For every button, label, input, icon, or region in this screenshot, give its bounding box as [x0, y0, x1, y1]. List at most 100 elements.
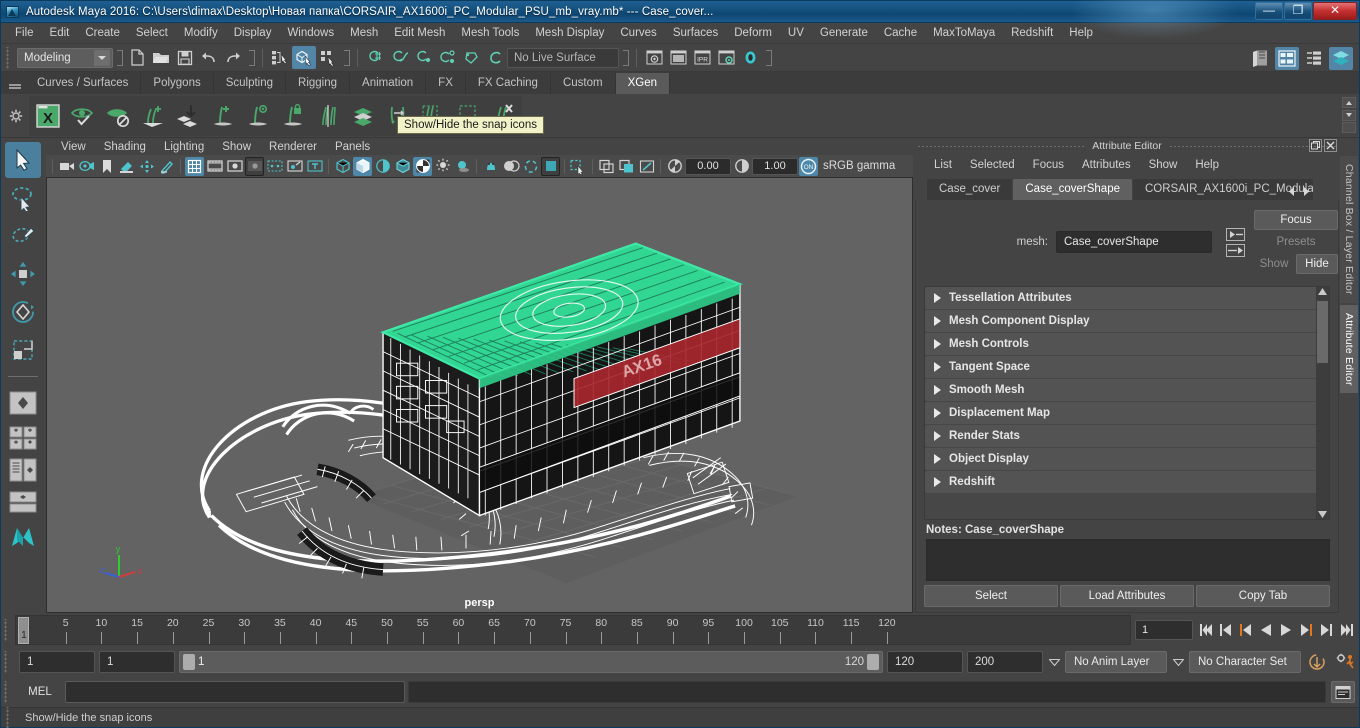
shelf-tab-fx-caching[interactable]: FX Caching	[465, 73, 551, 94]
sections-scroll-up-icon[interactable]	[1316, 288, 1329, 295]
time-slider[interactable]: 1 5 10 15 20 25 30 35 40 45 50 55 60 65 70 75 80 85 90 95 1…	[15, 615, 1131, 645]
xgen-density-icon[interactable]	[346, 98, 380, 134]
ae-menu-focus[interactable]: Focus	[1024, 157, 1073, 173]
shelf-tab-custom[interactable]: Custom	[550, 73, 616, 94]
redo-button[interactable]	[221, 46, 245, 69]
character-set-dropdown-icon[interactable]	[1171, 652, 1185, 672]
menu-item-display[interactable]: Display	[226, 25, 280, 41]
film-gate-icon[interactable]	[205, 157, 224, 176]
menu-item-file[interactable]: File	[7, 25, 42, 41]
step-back-key-button[interactable]	[1217, 619, 1235, 641]
camera-attributes-icon[interactable]	[57, 157, 76, 176]
shelf-tab-rigging[interactable]: Rigging	[286, 73, 351, 94]
hypershade-persp-layout-button[interactable]	[5, 487, 41, 517]
lasso-tool[interactable]	[5, 180, 41, 216]
snap-to-grid-button[interactable]	[363, 46, 387, 69]
text-overlay-icon[interactable]	[305, 157, 324, 176]
character-set-select[interactable]: No Character Set	[1189, 651, 1301, 673]
menu-item-deform[interactable]: Deform	[726, 25, 780, 41]
anim-layer-dropdown-icon[interactable]	[1047, 652, 1061, 672]
snap-to-projected-center-button[interactable]	[435, 46, 459, 69]
right-tab-attribute-editor[interactable]: Attribute Editor	[1340, 304, 1358, 394]
use-all-lights-icon[interactable]	[433, 157, 452, 176]
viewport-menu-panels[interactable]: Panels	[326, 140, 379, 154]
range-slider-bar[interactable]: 1 120	[179, 651, 883, 673]
attribute-section-mesh-component-display[interactable]: Mesh Component Display	[925, 310, 1329, 332]
auto-keyframe-toggle-icon[interactable]	[1305, 651, 1329, 673]
color-management-toggle-icon[interactable]: ON	[799, 156, 818, 176]
viewport-menu-renderer[interactable]: Renderer	[260, 140, 326, 154]
channel-box-toggle-icon[interactable]	[1275, 47, 1299, 70]
menu-item-curves[interactable]: Curves	[612, 25, 664, 41]
node-name-field[interactable]: Case_coverShape	[1056, 231, 1212, 253]
select-by-hierarchy-button[interactable]	[268, 46, 292, 69]
menu-item-create[interactable]: Create	[77, 25, 128, 41]
shelf-tab-polygons[interactable]: Polygons	[141, 73, 214, 94]
shelf-scroll-up-icon[interactable]	[1342, 97, 1356, 108]
menu-item-generate[interactable]: Generate	[812, 25, 876, 41]
resolution-gate-icon[interactable]	[225, 157, 244, 176]
save-scene-button[interactable]	[173, 46, 197, 69]
ae-menu-selected[interactable]: Selected	[961, 157, 1024, 173]
snap-to-point-button[interactable]	[411, 46, 435, 69]
script-editor-icon[interactable]	[1331, 681, 1355, 703]
xray-joints-icon[interactable]	[285, 157, 304, 176]
rotate-tool[interactable]	[5, 294, 41, 330]
shelf-tab-curves-surfaces[interactable]: Curves / Surfaces	[25, 73, 142, 94]
select-by-object-type-button[interactable]	[292, 46, 316, 69]
ae-node-tab-1[interactable]: Case_coverShape	[1013, 179, 1132, 200]
grease-pencil-icon[interactable]	[157, 157, 176, 176]
ae-undock-icon[interactable]	[1309, 139, 1322, 152]
smooth-shading-icon[interactable]	[353, 156, 372, 176]
attribute-section-render-stats[interactable]: Render Stats	[925, 425, 1329, 447]
tab-scroll-arrows[interactable]	[1287, 186, 1311, 197]
menu-item-windows[interactable]: Windows	[279, 25, 342, 41]
go-to-end-button[interactable]	[1337, 619, 1355, 641]
snap-to-view-planes-button[interactable]	[459, 46, 483, 69]
menu-item-mesh-tools[interactable]: Mesh Tools	[453, 25, 527, 41]
make-live-button[interactable]	[483, 46, 507, 69]
close-button[interactable]: ✕	[1313, 2, 1357, 20]
motion-blur-icon[interactable]	[501, 157, 520, 176]
output-connection-icon[interactable]	[1225, 243, 1245, 257]
menu-item-cache[interactable]: Cache	[876, 25, 925, 41]
attribute-section-mesh-controls[interactable]: Mesh Controls	[925, 333, 1329, 355]
hide-button[interactable]: Hide	[1296, 254, 1338, 274]
range-left-grip[interactable]	[183, 654, 195, 670]
exposure-value-field[interactable]: 0.00	[685, 157, 731, 175]
ae-copy-tab-button[interactable]: Copy Tab	[1196, 585, 1330, 607]
attribute-editor-toggle-icon[interactable]	[1302, 47, 1326, 70]
shelf-tab-sculpting[interactable]: Sculpting	[213, 73, 287, 94]
rangeslider-grip[interactable]	[3, 651, 12, 673]
camera-bookmark-icon[interactable]	[77, 157, 96, 176]
grid-toggle-icon[interactable]	[185, 156, 204, 176]
menu-item-modify[interactable]: Modify	[176, 25, 226, 41]
shadows-icon[interactable]	[453, 157, 472, 176]
sections-scroll-down-icon[interactable]	[1316, 511, 1329, 518]
undo-button[interactable]	[197, 46, 221, 69]
gamma-icon[interactable]	[732, 157, 751, 176]
play-backwards-button[interactable]	[1257, 619, 1275, 641]
ae-load-attributes-button[interactable]: Load Attributes	[1060, 585, 1194, 607]
attribute-section-tessellation-attributes[interactable]: Tessellation Attributes	[925, 287, 1329, 309]
color-management-label[interactable]: sRGB gamma	[819, 160, 899, 172]
attribute-section-smooth-mesh[interactable]: Smooth Mesh	[925, 379, 1329, 401]
play-forwards-button[interactable]	[1277, 619, 1295, 641]
shelf-tab-xgen[interactable]: XGen	[615, 73, 671, 94]
xgen-preview-icon[interactable]	[66, 98, 100, 134]
anim-start-field[interactable]: 1	[99, 651, 175, 673]
xgen-add-description-icon[interactable]	[206, 98, 240, 134]
xgen-editor-icon[interactable]: X	[31, 98, 65, 134]
shaded-wireframe-icon[interactable]	[373, 157, 392, 176]
ae-node-tab-2[interactable]: CORSAIR_AX1600i_PC_Modular_PSU	[1133, 179, 1313, 200]
menu-item-edit[interactable]: Edit	[42, 25, 78, 41]
xgen-lock-icon[interactable]	[276, 98, 310, 134]
wireframe-shading-icon[interactable]	[333, 157, 352, 176]
command-input-field[interactable]	[65, 681, 405, 703]
render-current-frame-button[interactable]	[642, 46, 666, 69]
menu-item-surfaces[interactable]: Surfaces	[665, 25, 726, 41]
ae-node-tab-0[interactable]: Case_cover	[927, 179, 1013, 200]
menu-item-edit-mesh[interactable]: Edit Mesh	[386, 25, 453, 41]
ae-menu-show[interactable]: Show	[1140, 157, 1187, 173]
viewport-menu-view[interactable]: View	[52, 140, 95, 154]
